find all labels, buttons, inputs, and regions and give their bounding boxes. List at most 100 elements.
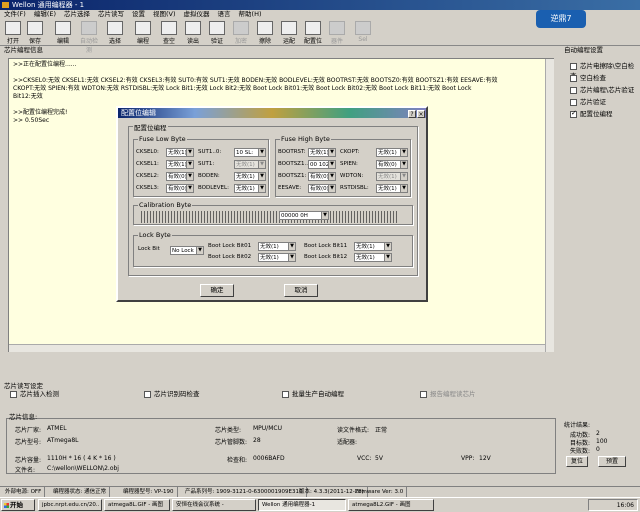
toolbar-save-button[interactable]: 保存 bbox=[24, 20, 46, 45]
fuse-low-select[interactable]: 无效(1) ▼ bbox=[166, 160, 194, 169]
rw-option[interactable]: 批量生产自动编程 bbox=[282, 388, 344, 398]
fuse-low-label2: SUT1: bbox=[198, 161, 215, 167]
toolbar-chip-select-button[interactable]: 选择 bbox=[104, 20, 126, 45]
help-icon[interactable]: ? bbox=[408, 110, 416, 118]
checkbox[interactable] bbox=[570, 62, 577, 70]
toolbar-edit-button[interactable]: 编辑 bbox=[52, 20, 74, 45]
fuse-low-select2[interactable]: 无效(1) ▼ bbox=[234, 160, 266, 169]
adapter-label: 适配器: bbox=[337, 439, 358, 446]
lock-group: Lock Byte Lock Bit No Lock ▼ Boot Lock Bi… bbox=[133, 231, 413, 267]
fuse-high-select[interactable]: 00 1024 ▼ bbox=[308, 160, 336, 169]
save-icon bbox=[27, 21, 43, 35]
toolbar-blank-check-button[interactable]: 查空 bbox=[158, 20, 180, 45]
fuse-high-select2[interactable]: 无效(1) ▼ bbox=[376, 184, 408, 193]
fuse-low-select[interactable]: 有效(0) ▼ bbox=[166, 172, 194, 181]
chevron-down-icon: ▼ bbox=[328, 149, 335, 156]
chip-select-icon bbox=[107, 21, 123, 35]
auto-option-label: 配置位编程 bbox=[580, 110, 613, 118]
pins-value: 28 bbox=[253, 437, 261, 444]
fuse-high-select2[interactable]: 无效(1) ▼ bbox=[376, 148, 408, 157]
menu-item-2[interactable]: 芯片选择 bbox=[64, 10, 90, 18]
fuse-low-select2[interactable]: 无效(1) ▼ bbox=[234, 184, 266, 193]
fuse-low-select2[interactable]: 无效(1) ▼ bbox=[234, 172, 266, 181]
toolbar-verify-button[interactable]: 验证 bbox=[206, 20, 228, 45]
fuse-low-group: Fuse Low Byte CKSEL0: 无效(1) ▼ SUT1..0: 10 SL… bbox=[133, 135, 269, 197]
menu-item-1[interactable]: 编辑(E) bbox=[34, 10, 56, 18]
auto-option[interactable]: 空白检查 bbox=[570, 72, 606, 82]
auto-option[interactable]: 配置位编程 bbox=[570, 108, 613, 118]
toolbar-label: 加密 bbox=[234, 38, 247, 45]
toolbar-erase-button[interactable]: 擦除 bbox=[254, 20, 276, 45]
toolbar-config-bits-button[interactable]: 配置位 bbox=[302, 20, 324, 45]
checkbox[interactable] bbox=[570, 109, 577, 118]
calibration-select[interactable]: 00000 0H ▼ bbox=[279, 211, 329, 220]
menu-item-3[interactable]: 芯片读写 bbox=[98, 10, 124, 18]
lock-bit-select[interactable]: No Lock ▼ bbox=[170, 246, 204, 255]
stats-panel: 统计结果: 成功数: 2 目标数: 100 失败数: 0 复位 预置 bbox=[562, 418, 634, 472]
log-horizontal-scrollbar[interactable] bbox=[9, 344, 545, 352]
fuse-low-select[interactable]: 有效(0) ▼ bbox=[166, 184, 194, 193]
checkbox[interactable] bbox=[570, 74, 577, 82]
menu-item-8[interactable]: 帮助(H) bbox=[239, 10, 262, 18]
taskbar-item[interactable]: 安恒在线会议系统 - bbox=[172, 499, 256, 511]
rw-option[interactable]: 芯片识别码检查 bbox=[144, 388, 200, 398]
toolbar-folder-button[interactable]: 打开 bbox=[2, 20, 24, 45]
lock-item-select[interactable]: 无效(1) ▼ bbox=[354, 242, 392, 251]
fuse-low-select2[interactable]: 10 SL: ▼ bbox=[234, 148, 266, 157]
menu-item-4[interactable]: 设置 bbox=[132, 10, 145, 18]
menu-item-5[interactable]: 视图(V) bbox=[153, 10, 176, 18]
fuse-high-select2-value: 无效(1) bbox=[378, 174, 397, 180]
toolbar-label: Sel bbox=[358, 36, 368, 43]
log-line: Bit12:无效 bbox=[13, 93, 43, 100]
checkbox[interactable] bbox=[10, 390, 17, 398]
fuse-high-select-value: 有效(0) bbox=[310, 186, 329, 192]
auto-option[interactable]: 芯片编程\芯片验证 bbox=[570, 84, 634, 94]
config-group: 配置位编程 Fuse Low Byte CKSEL0: 无效(1) ▼ SUT1..0… bbox=[128, 122, 418, 276]
vendor-value: ATMEL bbox=[47, 425, 67, 432]
fuse-low-select[interactable]: 无效(1) ▼ bbox=[166, 148, 194, 157]
checkbox[interactable] bbox=[570, 86, 577, 94]
ok-button[interactable]: 确定 bbox=[200, 284, 234, 297]
fuse-high-select2[interactable]: 无效(1) ▼ bbox=[376, 172, 408, 181]
start-button[interactable]: 开始 bbox=[1, 499, 35, 511]
fuse-high-select[interactable]: 有效(0) ▼ bbox=[308, 172, 336, 181]
status-field: Firmware Ver: 3.0 bbox=[352, 487, 408, 497]
cancel-button[interactable]: 取消 bbox=[284, 284, 318, 297]
taskbar-item[interactable]: jpbc.nrpt.edu.cn/20.. bbox=[38, 499, 102, 511]
fuse-high-select-value: 有效(0) bbox=[310, 174, 329, 180]
reset-button[interactable]: 复位 bbox=[566, 456, 588, 467]
close-icon[interactable]: × bbox=[417, 110, 425, 118]
fuse-high-select2[interactable]: 有效(0) ▼ bbox=[376, 160, 408, 169]
lock-item-select[interactable]: 无效(1) ▼ bbox=[258, 242, 296, 251]
fuse-high-group: Fuse High Byte BOOTRST: 无效(1) ▼ CKOPT: 无效(1)… bbox=[275, 135, 411, 197]
log-vertical-scrollbar[interactable] bbox=[545, 59, 554, 352]
menu-item-7[interactable]: 语言 bbox=[218, 10, 231, 18]
toolbar-program-button[interactable]: 编程 bbox=[132, 20, 154, 45]
rw-option-label: 芯片识别码检查 bbox=[154, 390, 200, 398]
preset-button[interactable]: 预置 bbox=[598, 456, 626, 467]
lock-item-select[interactable]: 无效(1) ▼ bbox=[258, 253, 296, 262]
checkbox[interactable] bbox=[282, 390, 289, 398]
fuse-high-select[interactable]: 无效(1) ▼ bbox=[308, 148, 336, 157]
fuse-high-select[interactable]: 有效(0) ▼ bbox=[308, 184, 336, 193]
fail-label: 失败数: bbox=[570, 448, 591, 455]
toolbar-config-run-button[interactable]: 运配 bbox=[278, 20, 300, 45]
taskbar-item[interactable]: atmega8L.GIF - 画图 bbox=[104, 499, 170, 511]
lock-item-select[interactable]: 无效(1) ▼ bbox=[354, 253, 392, 262]
fuse-low-select-value: 有效(0) bbox=[168, 186, 187, 192]
checkbox[interactable] bbox=[144, 390, 151, 398]
chevron-down-icon: ▼ bbox=[288, 243, 295, 250]
checkbox[interactable] bbox=[570, 98, 577, 106]
toolbar-read-button[interactable]: 读出 bbox=[182, 20, 204, 45]
blank-check-icon bbox=[161, 21, 177, 35]
menu-item-6[interactable]: 虚拟仪器 bbox=[184, 10, 210, 18]
calibration-noise bbox=[141, 211, 397, 223]
menu-item-0[interactable]: 文件(F) bbox=[4, 10, 26, 18]
taskbar-item[interactable]: atmega8L2.GIF - 画图 bbox=[348, 499, 434, 511]
taskbar-item[interactable]: Wellon 通用编程器-1 bbox=[258, 499, 346, 511]
auto-option[interactable]: 芯片验证 bbox=[570, 96, 606, 106]
toolbar-label: 选择 bbox=[108, 38, 121, 45]
log-line: >>正在配置位编程...... bbox=[13, 61, 77, 68]
rw-option[interactable]: 芯片插入检测 bbox=[10, 388, 59, 398]
chip-info-title: 芯片信息: bbox=[9, 413, 38, 421]
